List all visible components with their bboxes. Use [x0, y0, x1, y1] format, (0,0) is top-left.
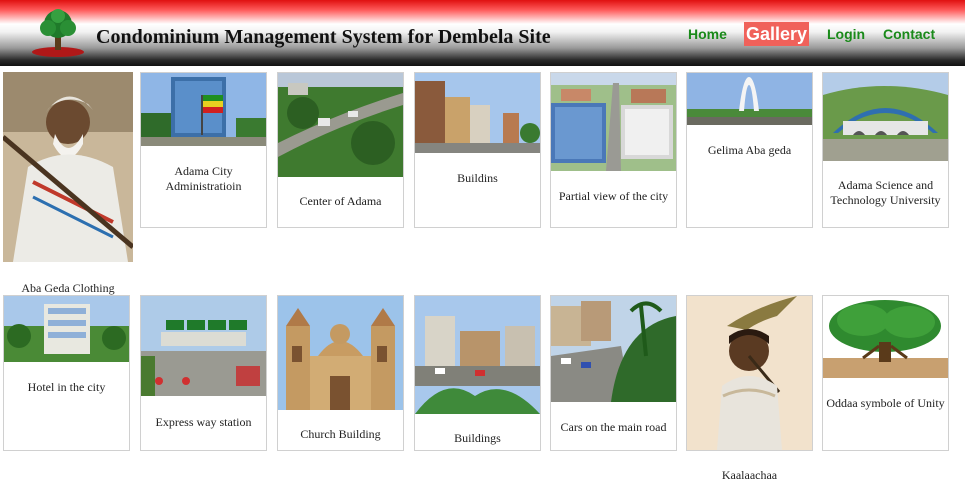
nav-contact[interactable]: Contact [883, 22, 935, 46]
gallery-item-hotel-in-the-city[interactable]: Hotel in the city [3, 295, 130, 451]
caption-partial-view-of-the-city: Partial view of the city [558, 189, 669, 203]
gallery-photo[interactable] [141, 296, 266, 396]
caption-aba-geda-clothing: Aba Geda Clothing [21, 281, 115, 295]
caption-adama-science-and-technology-university: Adama Science and Technology University [830, 178, 941, 207]
gallery-photo[interactable] [823, 296, 948, 378]
gallery-photo[interactable] [415, 73, 540, 153]
gallery-item-kaalaachaa[interactable] [686, 295, 813, 451]
site-title: Condominium Management System for Dembel… [96, 26, 551, 48]
site-header: Condominium Management System for Dembel… [0, 0, 965, 66]
nav-gallery[interactable]: Gallery [744, 22, 810, 46]
gallery-photo[interactable] [687, 296, 812, 450]
gallery-item-express-way-station[interactable]: Express way station [140, 295, 267, 451]
caption-oddaa-symbole-of-unity: Oddaa symbole of Unity [826, 396, 945, 410]
caption-center-of-adama: Center of Adama [299, 194, 382, 208]
caption-adama-city-administration: Adama City Administratioin [165, 164, 242, 193]
gallery-item-buildings[interactable]: Buildings [414, 295, 541, 451]
gallery-photo[interactable] [4, 296, 129, 362]
gallery-photo[interactable] [551, 296, 676, 402]
gallery-photo[interactable] [823, 73, 948, 161]
caption-kaalaachaa: Kaalaachaa [721, 468, 778, 482]
gallery-photo[interactable] [687, 73, 812, 125]
nav-home[interactable]: Home [688, 22, 727, 46]
nav-login[interactable]: Login [827, 22, 865, 46]
gallery-item-buildins[interactable]: Buildins [414, 72, 541, 228]
gallery-item-cars-on-the-main-road[interactable]: Cars on the main road [550, 295, 677, 451]
gallery-item-adama-city-administration[interactable]: Adama City Administratioin [140, 72, 267, 228]
gallery-item-oddaa-symbole-of-unity[interactable]: Oddaa symbole of Unity [822, 295, 949, 451]
gallery-item-center-of-adama[interactable]: Center of Adama [277, 72, 404, 228]
caption-buildins: Buildins [457, 171, 498, 185]
gallery-photo[interactable] [278, 296, 403, 410]
gallery-item-church-building[interactable]: Church Building [277, 295, 404, 451]
caption-gelima-aba-geda: Gelima Aba geda [707, 143, 792, 157]
gallery-item-gelima-aba-geda[interactable]: Gelima Aba geda [686, 72, 813, 228]
gallery-photo[interactable] [415, 296, 540, 414]
gallery-photo[interactable] [3, 72, 133, 262]
gallery-item-partial-view-of-the-city[interactable]: Partial view of the city [550, 72, 677, 228]
caption-cars-on-the-main-road: Cars on the main road [560, 420, 667, 434]
caption-church-building: Church Building [300, 427, 381, 441]
caption-express-way-station: Express way station [155, 415, 252, 429]
gallery-item-aba-geda-clothing[interactable] [3, 72, 133, 264]
caption-buildings: Buildings [454, 431, 501, 445]
gallery-photo[interactable] [551, 73, 676, 171]
tree-emblem-icon[interactable] [30, 8, 86, 58]
caption-hotel-in-the-city: Hotel in the city [27, 380, 106, 394]
gallery-item-adama-science-and-technology-university[interactable]: Adama Science and Technology University [822, 72, 949, 228]
gallery-photo[interactable] [278, 73, 403, 177]
gallery-photo[interactable] [141, 73, 266, 146]
